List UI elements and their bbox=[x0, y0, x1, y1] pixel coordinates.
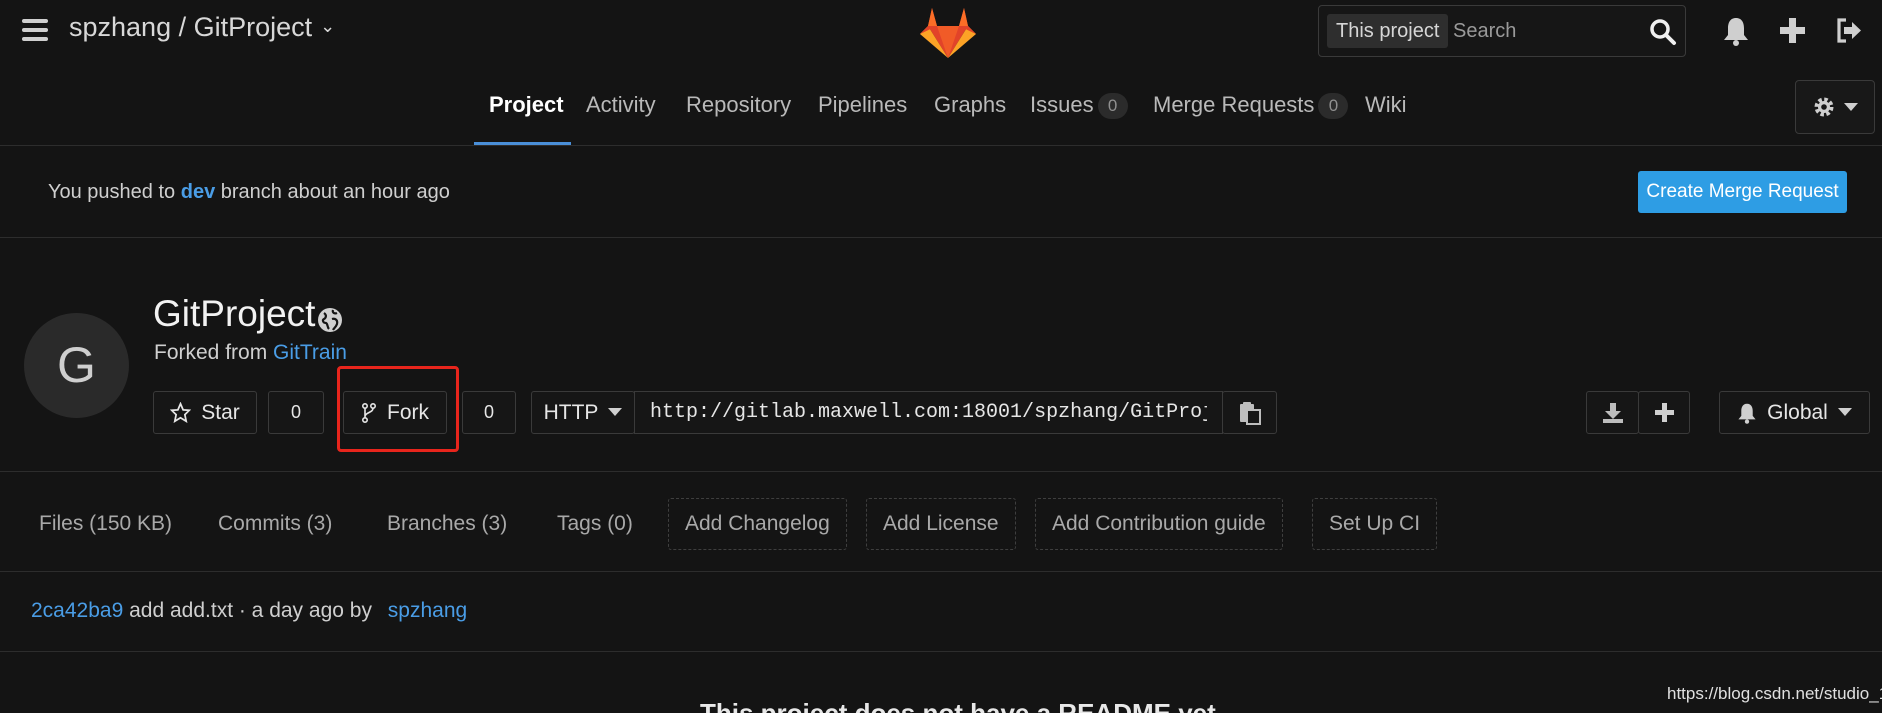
caret-down-icon bbox=[1837, 408, 1852, 416]
push-message-suffix: branch about an hour ago bbox=[220, 181, 450, 203]
project-nav: Project Activity Repository Pipelines Gr… bbox=[0, 78, 1882, 146]
tab-wiki[interactable]: Wiki bbox=[1365, 92, 1407, 118]
commit-author-link[interactable]: spzhang bbox=[388, 599, 467, 622]
fork-icon bbox=[361, 402, 377, 423]
globe-icon bbox=[318, 308, 342, 332]
tab-pipelines[interactable]: Pipelines bbox=[818, 92, 907, 118]
tab-activity[interactable]: Activity bbox=[586, 92, 656, 118]
clone-url-input[interactable] bbox=[634, 391, 1223, 434]
tab-graphs[interactable]: Graphs bbox=[934, 92, 1006, 118]
plus-icon bbox=[1654, 403, 1674, 422]
notification-level-label: Global bbox=[1767, 400, 1828, 424]
push-message-prefix: You pushed to bbox=[48, 181, 176, 203]
sign-out-icon[interactable] bbox=[1835, 17, 1863, 44]
star-label: Star bbox=[201, 400, 240, 424]
commits-stat[interactable]: Commits (3) bbox=[218, 512, 332, 536]
search-icon[interactable] bbox=[1649, 18, 1677, 46]
caret-down-icon bbox=[608, 408, 623, 416]
fork-count[interactable]: 0 bbox=[462, 391, 516, 434]
commit-sha-link[interactable]: 2ca42ba9 bbox=[31, 599, 123, 622]
forked-from-link[interactable]: GitTrain bbox=[273, 341, 347, 364]
search-input[interactable] bbox=[1453, 15, 1633, 47]
fork-label: Fork bbox=[387, 400, 429, 424]
breadcrumb-text[interactable]: spzhang / GitProject bbox=[69, 12, 312, 42]
tab-merge-requests-label[interactable]: Merge Requests bbox=[1153, 92, 1314, 117]
add-license-button[interactable]: Add License bbox=[866, 498, 1016, 550]
caret-down-icon bbox=[1844, 102, 1858, 111]
tab-issues-label[interactable]: Issues bbox=[1030, 92, 1094, 117]
download-button[interactable] bbox=[1586, 391, 1639, 434]
plus-icon[interactable] bbox=[1779, 17, 1806, 44]
gear-icon bbox=[1814, 97, 1834, 117]
push-message: You pushed to dev branch about an hour a… bbox=[48, 181, 450, 204]
source-watermark: https://blog.csdn.net/studio_1 bbox=[1667, 684, 1882, 703]
add-to-project-button[interactable] bbox=[1638, 391, 1690, 434]
set-up-ci-button[interactable]: Set Up CI bbox=[1312, 498, 1438, 550]
last-commit-info: 2ca42ba9 add add.txt · a day ago by spzh… bbox=[31, 599, 467, 623]
clone-protocol-dropdown[interactable]: HTTP bbox=[531, 391, 635, 434]
search-scope-badge[interactable]: This project bbox=[1327, 14, 1449, 48]
project-title: GitProject bbox=[153, 293, 316, 334]
copy-url-button[interactable] bbox=[1222, 391, 1277, 434]
forked-from: Forked from GitTrain bbox=[154, 341, 347, 365]
clipboard-icon bbox=[1239, 401, 1261, 425]
project-avatar: G bbox=[24, 313, 129, 418]
add-contribution-guide-button[interactable]: Add Contribution guide bbox=[1035, 498, 1283, 550]
files-stat[interactable]: Files (150 KB) bbox=[39, 512, 172, 536]
tab-project[interactable]: Project bbox=[489, 92, 564, 118]
readme-missing-notice: This project does not have a README yet bbox=[700, 698, 1216, 713]
bell-icon bbox=[1738, 403, 1756, 424]
create-merge-request-button[interactable]: Create Merge Request bbox=[1638, 171, 1847, 213]
merge-requests-count-badge: 0 bbox=[1318, 93, 1349, 119]
tags-stat[interactable]: Tags (0) bbox=[557, 512, 633, 536]
gitlab-logo-icon[interactable] bbox=[918, 4, 978, 60]
branches-stat[interactable]: Branches (3) bbox=[387, 512, 507, 536]
recent-push-alert: You pushed to dev branch about an hour a… bbox=[0, 146, 1882, 238]
fork-button[interactable]: Fork bbox=[343, 391, 447, 434]
branch-link[interactable]: dev bbox=[181, 181, 215, 203]
chevron-down-icon[interactable]: ⌄ bbox=[320, 16, 335, 36]
tab-issues[interactable]: Issues 0 bbox=[1030, 92, 1128, 119]
tab-repository[interactable]: Repository bbox=[686, 92, 791, 118]
star-icon bbox=[170, 402, 192, 423]
tab-merge-requests[interactable]: Merge Requests 0 bbox=[1153, 92, 1349, 119]
bell-icon[interactable] bbox=[1722, 16, 1750, 46]
commit-message: add add.txt · a day ago by bbox=[129, 599, 372, 622]
search-box[interactable]: This project bbox=[1318, 5, 1686, 57]
clone-protocol-label: HTTP bbox=[543, 400, 599, 424]
add-changelog-button[interactable]: Add Changelog bbox=[668, 498, 847, 550]
hamburger-menu-icon[interactable] bbox=[22, 19, 48, 41]
project-breadcrumb[interactable]: spzhang / GitProject ⌄ bbox=[69, 12, 335, 43]
star-button[interactable]: Star bbox=[153, 391, 257, 434]
download-icon bbox=[1602, 402, 1623, 423]
project-settings-button[interactable] bbox=[1795, 80, 1875, 134]
issues-count-badge: 0 bbox=[1097, 93, 1128, 119]
project-stats: Files (150 KB) Commits (3) Branches (3) … bbox=[0, 471, 1882, 572]
active-tab-indicator bbox=[474, 142, 571, 145]
star-count[interactable]: 0 bbox=[268, 391, 324, 434]
top-header: spzhang / GitProject ⌄ This project bbox=[0, 0, 1882, 62]
last-commit: 2ca42ba9 add add.txt · a day ago by spzh… bbox=[0, 572, 1882, 652]
forked-from-prefix: Forked from bbox=[154, 341, 268, 364]
notification-level-dropdown[interactable]: Global bbox=[1719, 391, 1870, 434]
